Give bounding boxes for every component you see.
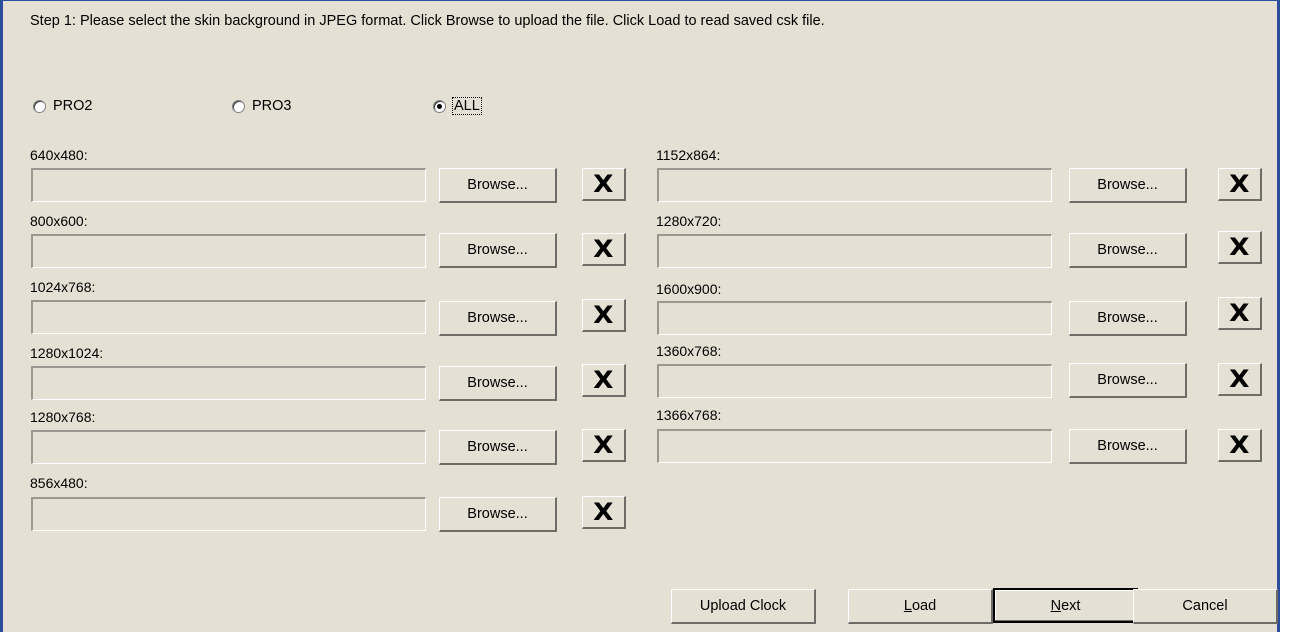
browse-button-1280x1024[interactable]: Browse... bbox=[439, 366, 557, 401]
path-field-640x480[interactable] bbox=[31, 168, 426, 202]
radio-label-pro2[interactable]: PRO2 bbox=[53, 98, 93, 114]
close-icon: X bbox=[593, 301, 614, 329]
radio-circle-all[interactable] bbox=[433, 99, 446, 113]
next-label: ext bbox=[1061, 597, 1081, 614]
close-icon: X bbox=[1229, 233, 1250, 261]
close-icon: X bbox=[1229, 431, 1250, 459]
clear-button-800x600[interactable]: X bbox=[582, 233, 626, 266]
res-label-1280x1024: 1280x1024: bbox=[30, 345, 104, 361]
path-field-1366x768[interactable] bbox=[657, 429, 1052, 463]
path-field-856x480[interactable] bbox=[31, 497, 426, 531]
clear-button-1024x768[interactable]: X bbox=[582, 299, 626, 332]
close-icon: X bbox=[593, 366, 614, 394]
clear-button-1366x768[interactable]: X bbox=[1218, 429, 1262, 462]
path-field-1280x720[interactable] bbox=[657, 234, 1052, 268]
clear-button-1280x1024[interactable]: X bbox=[582, 364, 626, 397]
next-accel: N bbox=[1050, 597, 1062, 614]
radio-pro3[interactable]: PRO3 bbox=[232, 98, 292, 114]
radio-label-pro3[interactable]: PRO3 bbox=[252, 98, 292, 114]
browse-button-1366x768[interactable]: Browse... bbox=[1069, 429, 1187, 464]
browse-button-640x480[interactable]: Browse... bbox=[439, 168, 557, 203]
clear-button-1152x864[interactable]: X bbox=[1218, 168, 1262, 201]
next-button[interactable]: Next bbox=[993, 588, 1138, 623]
res-label-1280x768: 1280x768: bbox=[30, 409, 96, 425]
instruction-text: Step 1: Please select the skin backgroun… bbox=[30, 13, 825, 29]
clear-button-856x480[interactable]: X bbox=[582, 496, 626, 529]
res-label-640x480: 640x480: bbox=[30, 147, 88, 163]
path-field-1280x1024[interactable] bbox=[31, 366, 426, 400]
close-icon: X bbox=[1229, 299, 1250, 327]
res-label-1280x720: 1280x720: bbox=[656, 213, 722, 229]
clear-button-1360x768[interactable]: X bbox=[1218, 363, 1262, 396]
radio-label-all[interactable]: ALL bbox=[452, 97, 482, 115]
path-field-1152x864[interactable] bbox=[657, 168, 1052, 202]
clear-button-640x480[interactable]: X bbox=[582, 168, 626, 201]
browse-button-1152x864[interactable]: Browse... bbox=[1069, 168, 1187, 203]
path-field-800x600[interactable] bbox=[31, 234, 426, 268]
browse-button-1600x900[interactable]: Browse... bbox=[1069, 301, 1187, 336]
browse-button-1360x768[interactable]: Browse... bbox=[1069, 363, 1187, 398]
res-label-1152x864: 1152x864: bbox=[656, 147, 721, 163]
res-label-1600x900: 1600x900: bbox=[656, 281, 722, 297]
res-label-1024x768: 1024x768: bbox=[30, 279, 96, 295]
clear-button-1600x900[interactable]: X bbox=[1218, 297, 1262, 330]
close-icon: X bbox=[593, 170, 614, 198]
browse-button-856x480[interactable]: Browse... bbox=[439, 497, 557, 532]
skin-wizard-dialog: Step 1: Please select the skin backgroun… bbox=[0, 0, 1280, 632]
load-button[interactable]: Load bbox=[848, 589, 993, 624]
upload-clock-button[interactable]: Upload Clock bbox=[671, 589, 816, 624]
radio-all[interactable]: ALL bbox=[433, 97, 482, 115]
browse-button-800x600[interactable]: Browse... bbox=[439, 233, 557, 268]
browse-button-1280x768[interactable]: Browse... bbox=[439, 430, 557, 465]
res-label-856x480: 856x480: bbox=[30, 475, 88, 491]
radio-pro2[interactable]: PRO2 bbox=[33, 98, 93, 114]
path-field-1024x768[interactable] bbox=[31, 300, 426, 334]
cancel-button[interactable]: Cancel bbox=[1133, 589, 1278, 624]
load-accel: L bbox=[903, 598, 912, 614]
res-label-1360x768: 1360x768: bbox=[656, 343, 722, 359]
res-label-800x600: 800x600: bbox=[30, 213, 88, 229]
close-icon: X bbox=[593, 431, 614, 459]
path-field-1600x900[interactable] bbox=[657, 301, 1052, 335]
close-icon: X bbox=[593, 498, 614, 526]
radio-circle-pro3[interactable] bbox=[232, 99, 245, 113]
clear-button-1280x720[interactable]: X bbox=[1218, 231, 1262, 264]
res-label-1366x768: 1366x768: bbox=[656, 407, 722, 423]
clear-button-1280x768[interactable]: X bbox=[582, 429, 626, 462]
close-icon: X bbox=[1229, 365, 1250, 393]
close-icon: X bbox=[1229, 170, 1250, 198]
browse-button-1024x768[interactable]: Browse... bbox=[439, 301, 557, 336]
path-field-1360x768[interactable] bbox=[657, 364, 1052, 398]
browse-button-1280x720[interactable]: Browse... bbox=[1069, 233, 1187, 268]
path-field-1280x768[interactable] bbox=[31, 430, 426, 464]
close-icon: X bbox=[593, 235, 614, 263]
radio-circle-pro2[interactable] bbox=[33, 99, 46, 113]
load-label: oad bbox=[911, 598, 937, 614]
